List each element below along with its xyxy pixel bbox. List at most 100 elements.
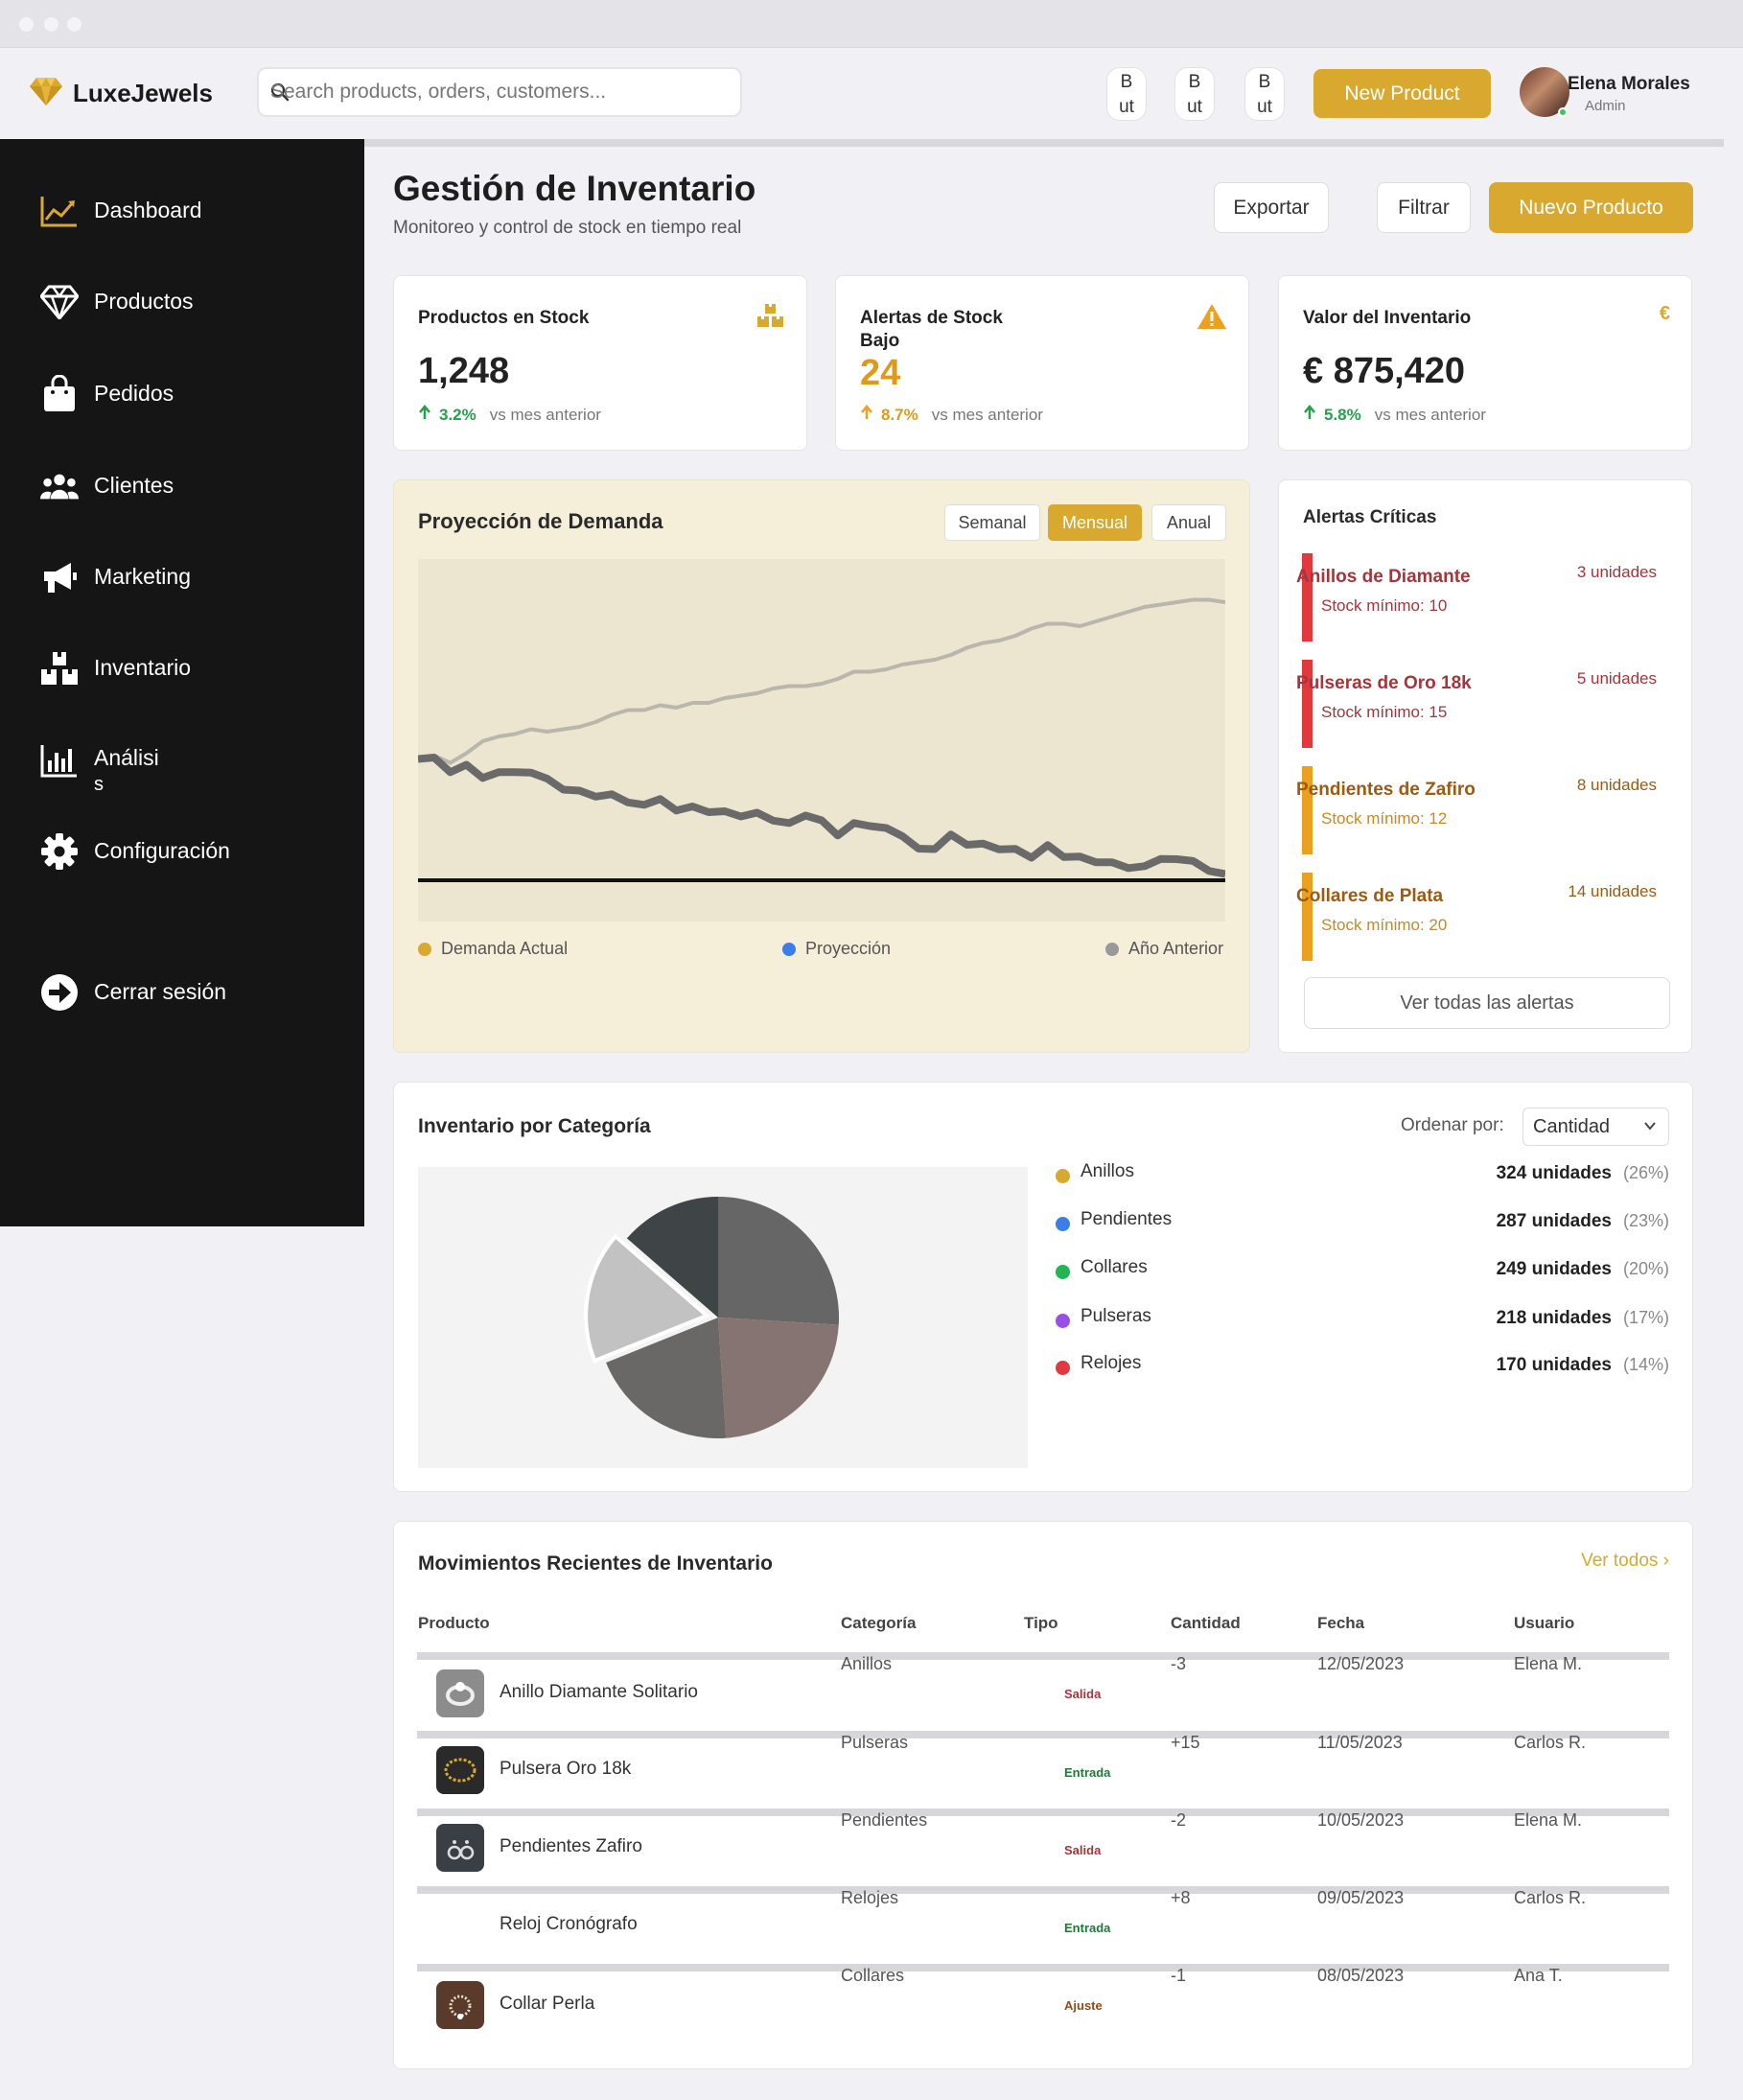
topbar-button-2[interactable]: But [1174,67,1215,121]
diamond-icon [40,283,79,321]
table-row[interactable]: Pendientes Zafiro Pendientes Salida -2 1… [417,1810,1669,1883]
see-all-alerts-button[interactable]: Ver todas las alertas [1304,977,1670,1029]
type-badge: Salida [1064,1843,1102,1857]
sidebar-item-clientes[interactable]: Clientes [40,467,174,505]
table-row-divider [417,1964,1669,1972]
category-name: Pendientes [1081,1209,1173,1229]
critical-alerts-card: Alertas Críticas Anillos de Diamante Sto… [1278,479,1692,1053]
alert-item[interactable]: Anillos de Diamante Stock mínimo: 10 3 u… [1296,553,1666,642]
period-yearly-button[interactable]: Anual [1151,504,1226,541]
topbar: LuxeJewels But But But New Product Elena… [0,48,1743,139]
brand[interactable]: LuxeJewels [29,76,213,111]
see-all-movements-link[interactable]: Ver todos › [1581,1551,1669,1572]
alert-units: 14 unidades [1568,882,1657,900]
chevron-down-icon [1643,1119,1657,1137]
topbar-button-1-label: B [1120,72,1133,92]
pie-chart-area [418,1167,1028,1468]
sidebar-item-productos[interactable]: Productos [40,283,194,321]
type-badge: Entrada [1064,1921,1111,1935]
category-legend-item: Pulseras 218 unidades (17%) [1056,1306,1669,1335]
category-percent: (26%) [1622,1163,1669,1182]
legend-label: Año Anterior [1128,939,1224,958]
category-units: 218 unidades [1496,1308,1612,1328]
stat-change: 8.7% vs mes anterior [860,405,1043,425]
alert-product-name: Pulseras de Oro 18k [1296,673,1472,693]
topbar-button-3-label: B [1258,72,1271,92]
column-header-user[interactable]: Usuario [1514,1614,1574,1633]
arrow-up-icon [860,405,873,425]
topbar-button-2-label-cont: ut [1187,97,1202,117]
sort-label: Ordenar por: [1401,1115,1504,1135]
date-cell: 11/05/2023 [1317,1733,1403,1752]
alert-min-stock: Stock mínimo: 15 [1321,703,1448,721]
date-cell: 10/05/2023 [1317,1810,1405,1830]
sidebar-item-dashboard[interactable]: Dashboard [40,192,202,230]
legend-label: Demanda Actual [441,939,569,958]
window-close-dot[interactable] [19,17,34,32]
column-header-quantity[interactable]: Cantidad [1171,1614,1241,1633]
category-pie-chart [584,1197,840,1438]
topbar-button-1-label-cont: ut [1119,97,1134,117]
category-name: Relojes [1081,1353,1142,1373]
user-cell: Carlos R. [1514,1888,1587,1907]
date-cell: 12/05/2023 [1317,1654,1405,1673]
column-header-product[interactable]: Producto [418,1614,490,1633]
category-percent: (23%) [1622,1211,1669,1230]
sidebar-item-inventario[interactable]: Inventario [40,649,191,688]
pie-slice-pendientes[interactable] [718,1318,839,1438]
search-input[interactable] [270,69,731,115]
quantity-cell: -3 [1171,1654,1187,1673]
sidebar-item-label-line1: Análisi [94,745,159,770]
stat-change: 5.8% vs mes anterior [1303,405,1486,425]
legend-dot [1056,1217,1070,1231]
table-row[interactable]: Collar Perla Collares Ajuste -1 08/05/20… [417,1966,1669,2039]
sort-select[interactable]: Cantidad [1522,1108,1669,1146]
sidebar-item-configuracion[interactable]: Configuración [40,832,230,871]
category-units: 324 unidades [1496,1163,1612,1183]
user-name: Elena Morales [1568,74,1690,94]
export-button[interactable]: Exportar [1214,182,1329,233]
legend-dot [1056,1314,1070,1328]
filter-button[interactable]: Filtrar [1377,182,1471,233]
diamond-logo-icon [29,76,63,111]
table-row[interactable]: Reloj Cronógrafo Relojes Entrada +8 09/0… [417,1888,1669,1961]
alert-item[interactable]: Pendientes de Zafiro Stock mínimo: 12 8 … [1296,766,1666,854]
legend-dot [418,942,431,956]
window-zoom-dot[interactable] [67,17,81,32]
category-percent: (17%) [1622,1308,1669,1327]
pie-slice-anillos[interactable] [718,1197,840,1325]
alert-item[interactable]: Pulseras de Oro 18k Stock mínimo: 15 5 u… [1296,660,1666,748]
quantity-cell: -2 [1171,1810,1187,1830]
legend-item-actual: Demanda Actual [418,939,568,959]
type-badge: Entrada [1064,1765,1111,1780]
column-header-type[interactable]: Tipo [1024,1614,1058,1633]
stat-change: 3.2% vs mes anterior [418,405,601,425]
period-monthly-button[interactable]: Mensual [1048,504,1142,541]
table-row[interactable]: Anillo Diamante Solitario Anillos Salida… [417,1654,1669,1727]
category-units: 170 unidades [1496,1355,1612,1375]
sidebar-item-analisis[interactable]: Análisi s [40,741,159,797]
table-row[interactable]: Pulsera Oro 18k Pulseras Entrada +15 11/… [417,1733,1669,1806]
alert-product-name: Pendientes de Zafiro [1296,780,1476,800]
sidebar-item-pedidos[interactable]: Pedidos [40,375,174,413]
user-cell: Carlos R. [1514,1733,1587,1752]
period-weekly-button[interactable]: Semanal [944,504,1040,541]
new-product-button-main[interactable]: Nuevo Producto [1489,182,1693,233]
table-row-divider [417,1808,1669,1816]
new-product-button[interactable]: New Product [1313,69,1491,118]
sidebar-item-marketing[interactable]: Marketing [40,558,191,596]
logout-button[interactable]: Cerrar sesión [40,973,226,1012]
column-header-category[interactable]: Categoría [841,1614,916,1633]
topbar-button-1[interactable]: But [1106,67,1147,121]
sidebar-item-label: Productos [94,289,194,314]
alert-min-stock: Stock mínimo: 20 [1321,916,1448,934]
window-minimize-dot[interactable] [44,17,58,32]
arrow-up-icon [1303,405,1316,425]
alert-item[interactable]: Collares de Plata Stock mínimo: 20 14 un… [1296,873,1666,961]
euro-icon: € [1659,303,1670,324]
type-badge: Salida [1064,1687,1102,1701]
stat-label-line2: Bajo [860,331,900,351]
topbar-button-3[interactable]: But [1244,67,1285,121]
column-header-date[interactable]: Fecha [1317,1614,1364,1633]
category-cell: Pendientes [841,1810,928,1830]
